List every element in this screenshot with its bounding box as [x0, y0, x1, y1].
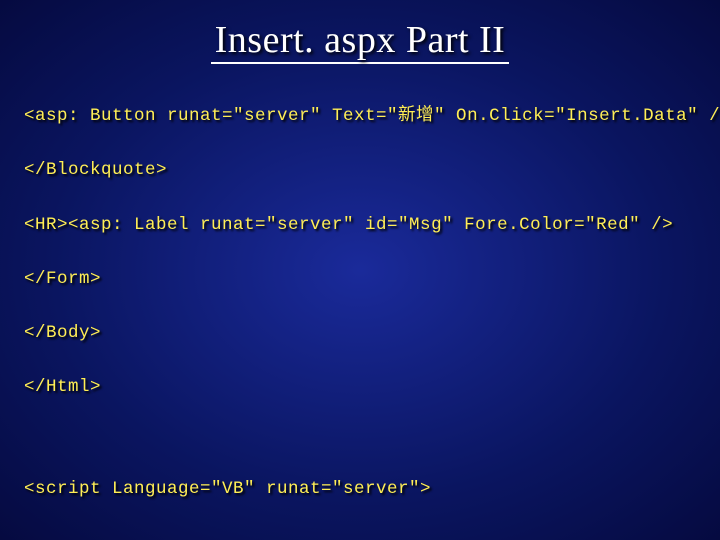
code-line: <asp: Button runat="server" Text="新增" On… [24, 103, 696, 130]
code-line: </Body> [24, 320, 696, 347]
code-block: <asp: Button runat="server" Text="新增" On… [24, 76, 696, 540]
code-line: <script Language="VB" runat="server"> [24, 476, 696, 503]
code-line: </Form> [24, 266, 696, 293]
code-line: <HR><asp: Label runat="server" id="Msg" … [24, 212, 696, 239]
slide-title: Insert. aspx Part II [211, 18, 510, 64]
blank-line [24, 530, 696, 540]
code-line: </Html> [24, 374, 696, 401]
code-line: </Blockquote> [24, 157, 696, 184]
blank-line [24, 429, 696, 449]
